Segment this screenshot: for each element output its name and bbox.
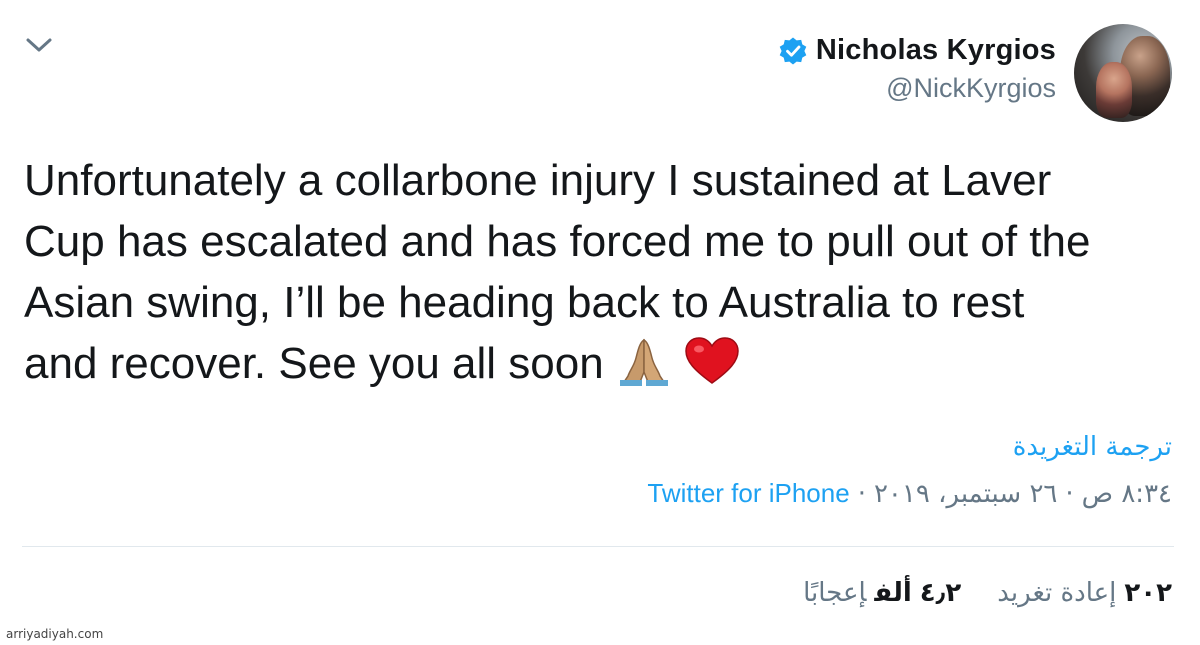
tweet-text-body: Unfortunately a collarbone injury I sust… — [24, 156, 1091, 388]
name-row: Nicholas Kyrgios — [778, 34, 1056, 67]
tweet-card: Nicholas Kyrgios @NickKyrgios Unfortunat… — [0, 0, 1200, 645]
likes-stat[interactable]: ٤٫٢ألفإعجابًا — [803, 578, 961, 608]
tweet-meta: ٨:٣٤ ص · ٢٦ سبتمبر، ٢٠١٩ · Twitter for iPhon… — [647, 478, 1172, 509]
tweet-source-link[interactable]: Twitter for iPhone — [647, 478, 849, 508]
retweets-count: ٢٠٢ — [1124, 578, 1172, 608]
tweet-text: Unfortunately a collarbone injury I sust… — [24, 150, 1174, 402]
tweet-time[interactable]: ٨:٣٤ ص — [1082, 479, 1172, 509]
folded-hands-icon — [614, 336, 674, 402]
chevron-down-icon[interactable] — [22, 32, 56, 58]
red-heart-icon — [684, 336, 740, 402]
tweet-date[interactable]: ٢٦ سبتمبر، ٢٠١٩ — [874, 479, 1057, 509]
avatar[interactable] — [1074, 24, 1172, 122]
divider — [22, 546, 1174, 547]
retweets-stat[interactable]: ٢٠٢إعادة تغريد — [997, 578, 1172, 608]
meta-separator: · — [857, 479, 866, 509]
display-name[interactable]: Nicholas Kyrgios — [816, 34, 1056, 67]
avatar-figure-child — [1096, 62, 1132, 118]
translate-tweet-link[interactable]: ترجمة التغريدة — [1013, 432, 1172, 462]
likes-label: إعجابًا — [803, 578, 867, 608]
author-names: Nicholas Kyrgios @NickKyrgios — [778, 34, 1056, 104]
likes-count: ٤٫٢ — [919, 578, 962, 608]
tweet-header: Nicholas Kyrgios @NickKyrgios — [778, 24, 1172, 122]
likes-unit: ألف — [874, 578, 912, 608]
tweet-stats: ٢٠٢إعادة تغريد ٤٫٢ألفإعجابًا — [803, 578, 1172, 608]
retweets-label: إعادة تغريد — [997, 578, 1117, 608]
meta-separator: · — [1065, 479, 1074, 509]
source-watermark: arriyadiyah.com — [6, 627, 104, 641]
user-handle[interactable]: @NickKyrgios — [886, 73, 1056, 104]
verified-badge-icon — [779, 37, 807, 64]
